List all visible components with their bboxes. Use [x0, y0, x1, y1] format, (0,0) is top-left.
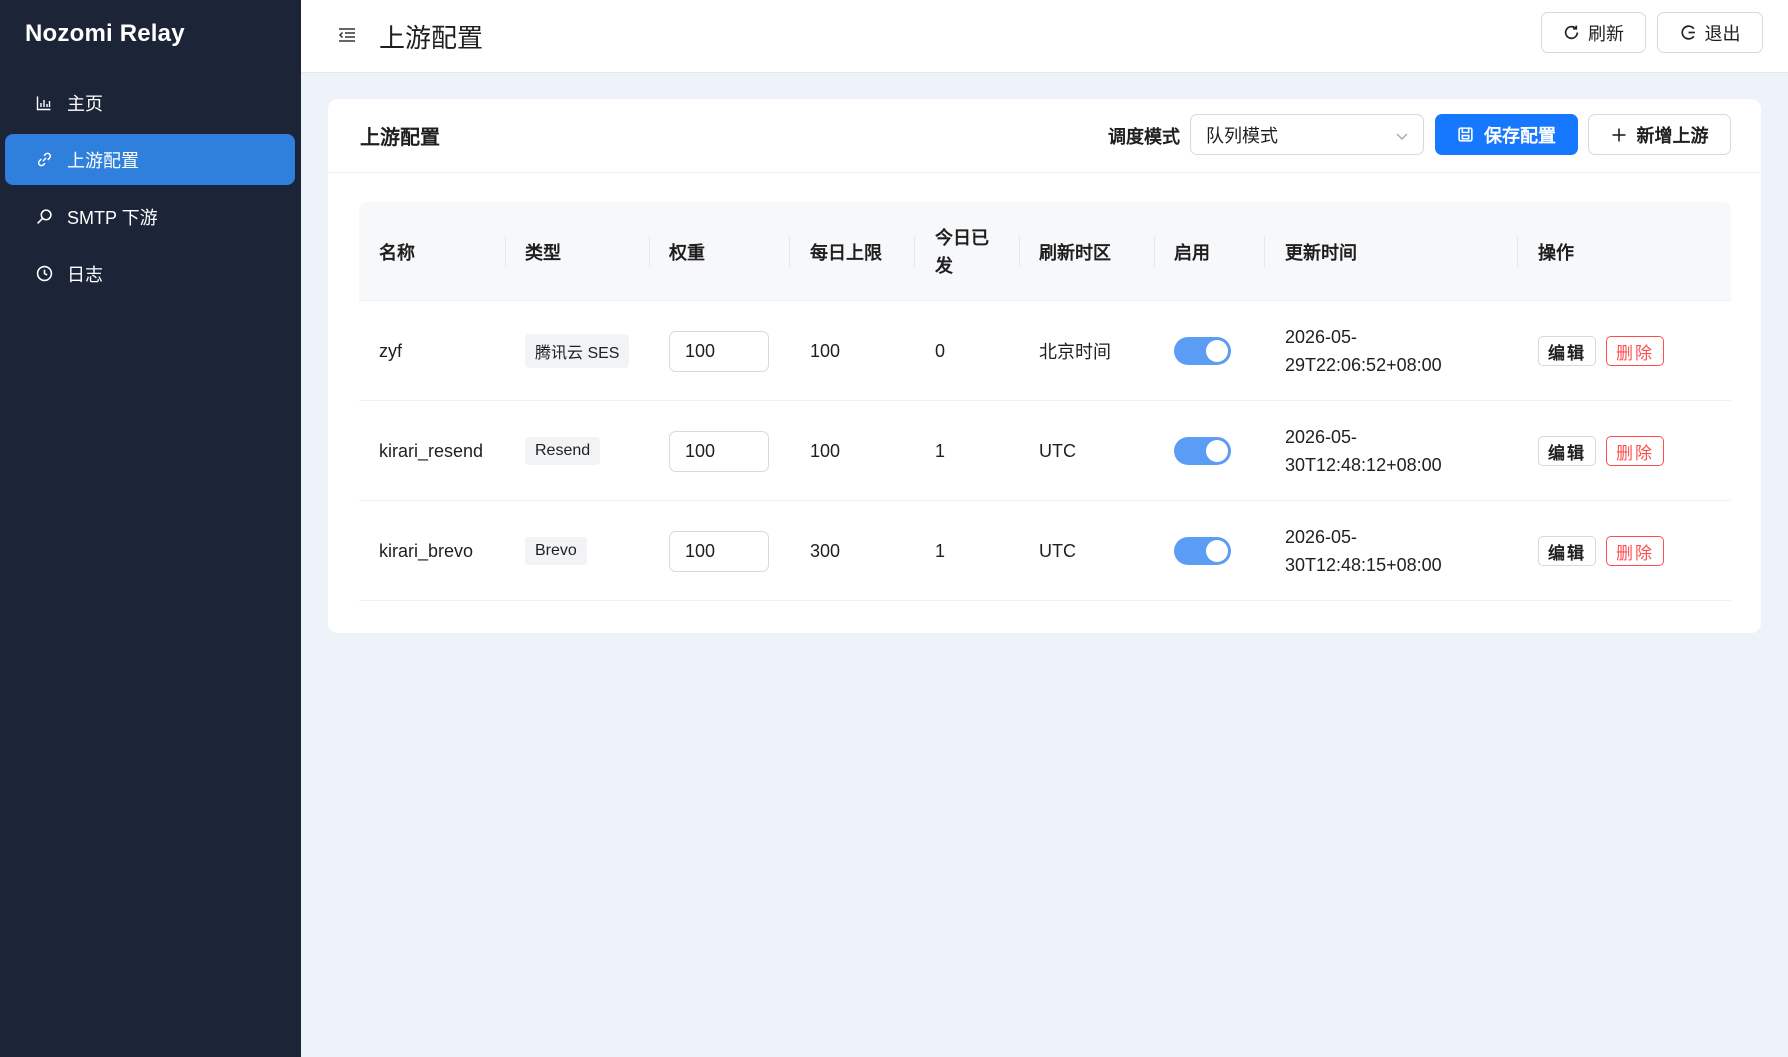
- updated-date-part: 2026-05-: [1285, 427, 1358, 447]
- type-tag: 腾讯云 SES: [525, 334, 630, 368]
- column-divider: [1019, 236, 1020, 267]
- add-upstream-label: 新增上游: [1636, 125, 1709, 146]
- cell-daily-limit: 100: [810, 440, 841, 461]
- cell-timezone: 北京时间: [1039, 342, 1111, 362]
- table-row: kirari_brevo Brevo 100 300 1 UTC 2026-05…: [359, 501, 1731, 601]
- upstream-table: 名称 类型 权重 每日上限 今日已发 刷新时区 启用 更新时间 操作 zyf 腾…: [359, 202, 1731, 601]
- sidebar-item-label: 日志: [67, 264, 103, 285]
- updated-date-part: 2026-05-: [1285, 527, 1358, 547]
- column-header-daily-limit: 每日上限: [810, 242, 882, 263]
- updated-time-part: 29T22:06:52+08:00: [1285, 355, 1442, 375]
- table-header: 名称 类型 权重 每日上限 今日已发 刷新时区 启用 更新时间 操作: [359, 202, 1731, 301]
- card-header: 上游配置 调度模式 队列模式 保存配置 新增上游: [328, 99, 1761, 173]
- cell-name: kirari_brevo: [379, 540, 474, 561]
- plus-icon: [1611, 127, 1627, 143]
- refresh-label: 刷新: [1588, 23, 1624, 44]
- table-row: kirari_resend Resend 100 100 1 UTC 2026-…: [359, 401, 1731, 501]
- cell-updated-time: 2026-05- 29T22:06:52+08:00: [1285, 323, 1442, 379]
- reload-icon: [1563, 24, 1580, 41]
- sidebar-item-label: 上游配置: [67, 150, 139, 171]
- schedule-mode-select[interactable]: 队列模式: [1190, 114, 1424, 155]
- updated-time-part: 30T12:48:15+08:00: [1285, 555, 1442, 575]
- column-divider: [505, 236, 506, 267]
- sidebar-item-label: 主页: [67, 93, 103, 114]
- menu-fold-icon[interactable]: [336, 24, 358, 46]
- chevron-down-icon: [1395, 127, 1409, 148]
- top-header: 上游配置 刷新 退出: [301, 0, 1788, 73]
- column-header-actions: 操作: [1538, 242, 1574, 263]
- column-divider: [789, 236, 790, 267]
- enabled-toggle[interactable]: [1174, 437, 1231, 465]
- updated-time-part: 30T12:48:12+08:00: [1285, 455, 1442, 475]
- logout-icon: [1680, 24, 1697, 41]
- cell-updated-time: 2026-05- 30T12:48:12+08:00: [1285, 423, 1442, 479]
- weight-input[interactable]: 100: [669, 530, 769, 572]
- column-header-enabled: 启用: [1174, 242, 1210, 263]
- column-header-weight: 权重: [669, 242, 705, 263]
- column-header-timezone: 刷新时区: [1039, 242, 1111, 263]
- edit-button[interactable]: 编辑: [1538, 436, 1596, 466]
- upstream-card: 上游配置 调度模式 队列模式 保存配置 新增上游 名称 类型 权重 每日上限 今…: [328, 99, 1761, 633]
- toggle-knob: [1206, 340, 1228, 362]
- delete-button[interactable]: 删除: [1606, 436, 1664, 466]
- save-config-label: 保存配置: [1484, 125, 1556, 146]
- sidebar-item-home[interactable]: 主页: [5, 77, 295, 128]
- save-icon: [1457, 126, 1474, 143]
- weight-input[interactable]: 100: [669, 330, 769, 372]
- page-title: 上游配置: [379, 23, 484, 53]
- cell-daily-limit: 100: [810, 340, 841, 361]
- sidebar-item-label: SMTP 下游: [67, 207, 158, 228]
- cell-sent-today: 0: [935, 340, 946, 361]
- cell-timezone: UTC: [1039, 440, 1076, 461]
- toggle-knob: [1206, 440, 1228, 462]
- toggle-knob: [1206, 540, 1228, 562]
- column-header-name: 名称: [379, 242, 415, 263]
- cell-sent-today: 1: [935, 440, 946, 461]
- sidebar: Nozomi Relay 主页 上游配置 SMTP 下游 日志: [0, 0, 301, 1057]
- save-config-button[interactable]: 保存配置: [1435, 114, 1578, 155]
- type-tag: Brevo: [525, 537, 587, 565]
- delete-button[interactable]: 删除: [1606, 336, 1664, 366]
- schedule-mode-value: 队列模式: [1206, 125, 1278, 146]
- column-divider: [1517, 236, 1518, 267]
- sidebar-item-logs[interactable]: 日志: [5, 248, 295, 299]
- weight-input[interactable]: 100: [669, 430, 769, 472]
- type-tag: Resend: [525, 437, 601, 465]
- link-icon: [35, 151, 53, 169]
- column-header-sent-today: 今日已发: [935, 227, 989, 276]
- logout-button[interactable]: 退出: [1657, 12, 1763, 53]
- cell-timezone: UTC: [1039, 540, 1076, 561]
- add-upstream-button[interactable]: 新增上游: [1588, 114, 1731, 155]
- cell-daily-limit: 300: [810, 540, 841, 561]
- column-header-updated: 更新时间: [1285, 242, 1357, 263]
- updated-date-part: 2026-05-: [1285, 327, 1358, 347]
- bar-chart-icon: [35, 94, 53, 112]
- sidebar-item-upstream[interactable]: 上游配置: [5, 134, 295, 185]
- search-icon: [35, 208, 53, 226]
- column-header-type: 类型: [525, 242, 561, 263]
- card-title: 上游配置: [360, 127, 440, 149]
- column-divider: [1154, 236, 1155, 267]
- edit-button[interactable]: 编辑: [1538, 536, 1596, 566]
- cell-name: kirari_resend: [379, 440, 484, 461]
- cell-name: zyf: [379, 340, 403, 361]
- brand-title: Nozomi Relay: [25, 20, 185, 47]
- sidebar-nav: 主页 上游配置 SMTP 下游 日志: [5, 77, 295, 305]
- cell-sent-today: 1: [935, 540, 946, 561]
- logout-label: 退出: [1704, 23, 1741, 44]
- table-row: zyf 腾讯云 SES 100 100 0 北京时间 2026-05- 29T2…: [359, 301, 1731, 401]
- schedule-mode-label: 调度模式: [1108, 127, 1180, 147]
- column-divider: [1264, 236, 1265, 267]
- clock-icon: [35, 265, 53, 283]
- sidebar-item-smtp[interactable]: SMTP 下游: [5, 191, 295, 242]
- enabled-toggle[interactable]: [1174, 537, 1231, 565]
- delete-button[interactable]: 删除: [1606, 536, 1664, 566]
- column-divider: [649, 236, 650, 267]
- column-divider: [914, 236, 915, 267]
- cell-updated-time: 2026-05- 30T12:48:15+08:00: [1285, 523, 1442, 579]
- enabled-toggle[interactable]: [1174, 337, 1231, 365]
- edit-button[interactable]: 编辑: [1538, 336, 1596, 366]
- refresh-button[interactable]: 刷新: [1541, 12, 1646, 53]
